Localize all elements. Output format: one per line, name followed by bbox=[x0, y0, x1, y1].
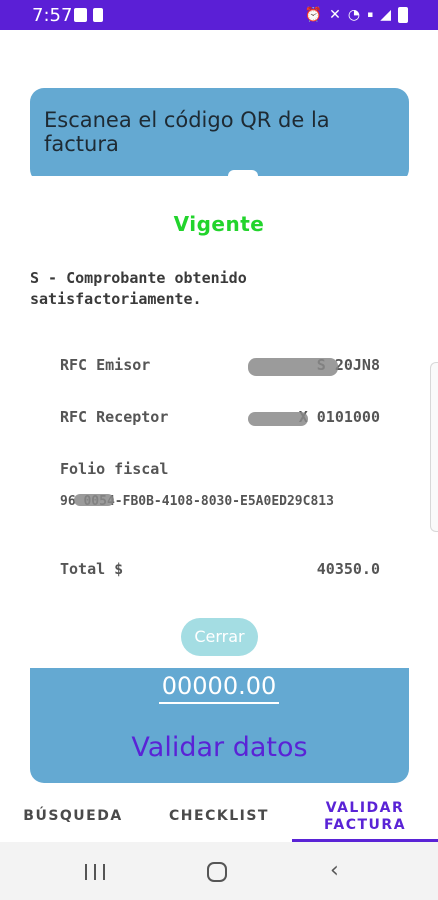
result-message: S - Comprobante obtenido satisfactoriame… bbox=[30, 269, 247, 308]
close-button[interactable]: Cerrar bbox=[181, 618, 258, 656]
scanner-title: Escanea el código QR de la factura bbox=[44, 108, 330, 156]
validation-card: Validar datos bbox=[30, 668, 409, 783]
tab-validar-factura[interactable]: VALIDAR FACTURA bbox=[292, 791, 438, 842]
side-panel-handle[interactable] bbox=[430, 362, 438, 532]
mute-icon: ✕ bbox=[329, 7, 341, 23]
total-value: 40350.0 bbox=[316, 560, 380, 578]
rfc-receptor-label: RFC Receptor bbox=[60, 408, 169, 426]
status-bar: 7:57 ⏰ ✕ ◔ ▪ ◢ bbox=[0, 0, 438, 30]
redaction-mark bbox=[248, 412, 308, 426]
total-label: Total $ bbox=[60, 560, 124, 578]
folio-fiscal-label: Folio fiscal bbox=[60, 460, 169, 478]
rfc-receptor-value: X 0101000 bbox=[298, 408, 380, 426]
image-icon bbox=[74, 8, 87, 22]
alarm-icon: ⏰ bbox=[304, 7, 323, 23]
tab-bar: BÚSQUEDA CHECKLIST VALIDAR FACTURA bbox=[0, 791, 438, 842]
validate-data-button[interactable]: Validar datos bbox=[30, 732, 409, 763]
status-time: 7:57 bbox=[32, 5, 73, 26]
status-right-icons: ⏰ ✕ ◔ ▪ ◢ bbox=[305, 7, 408, 23]
tab-busqueda[interactable]: BÚSQUEDA bbox=[0, 791, 146, 842]
home-icon[interactable] bbox=[207, 862, 227, 882]
battery-icon bbox=[398, 7, 408, 23]
volte-icon: ▪ bbox=[367, 10, 374, 20]
signal-icon: ◢ bbox=[380, 7, 391, 23]
result-dialog: Vigente S - Comprobante obtenido satisfa… bbox=[0, 176, 438, 668]
scanner-card[interactable]: Escanea el código QR de la factura bbox=[30, 88, 409, 183]
sd-card-icon bbox=[93, 8, 103, 22]
back-icon[interactable]: ‹ bbox=[330, 858, 339, 883]
rfc-emisor-label: RFC Emisor bbox=[60, 356, 151, 374]
amount-input[interactable] bbox=[159, 670, 279, 704]
validity-status: Vigente bbox=[173, 212, 265, 236]
redaction-mark bbox=[74, 494, 114, 506]
status-left-icons bbox=[74, 8, 103, 22]
system-nav-bar: ‹ bbox=[0, 842, 438, 900]
recents-icon[interactable] bbox=[85, 864, 105, 880]
tab-checklist[interactable]: CHECKLIST bbox=[146, 791, 292, 842]
redaction-mark bbox=[248, 358, 338, 376]
wifi-icon: ◔ bbox=[347, 7, 361, 23]
